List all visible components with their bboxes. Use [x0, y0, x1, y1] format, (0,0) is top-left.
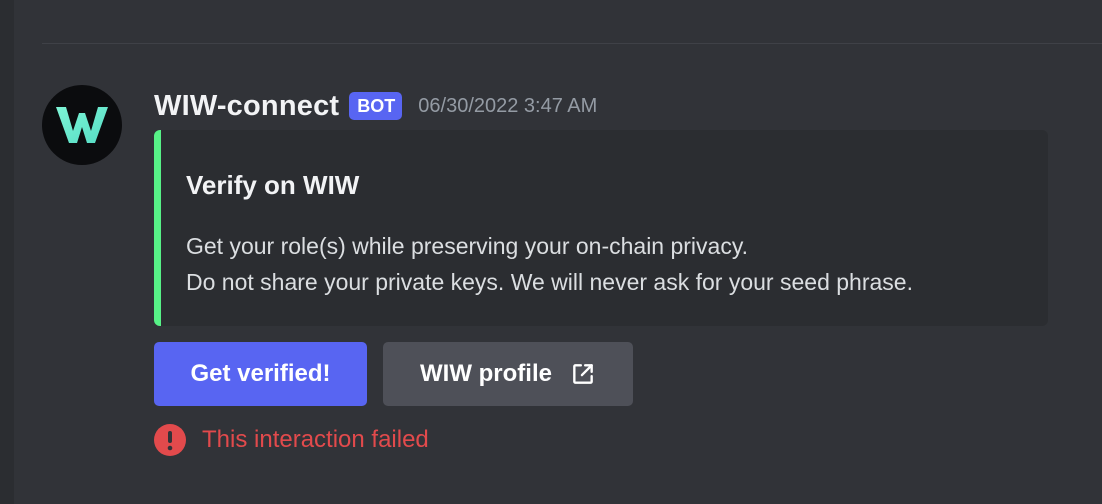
embed-description-line: Do not share your private keys. We will …: [186, 269, 913, 295]
avatar[interactable]: [42, 85, 122, 165]
wiw-profile-label: WIW profile: [420, 360, 552, 387]
username[interactable]: WIW-connect: [154, 90, 339, 123]
exclamation-circle-icon: [154, 424, 186, 456]
external-link-icon: [570, 361, 596, 387]
scrollbar-track[interactable]: [0, 0, 14, 504]
embed: Verify on WIW Get your role(s) while pre…: [154, 130, 1048, 326]
timestamp[interactable]: 06/30/2022 3:47 AM: [418, 95, 597, 118]
message-header: WIW-connect BOT 06/30/2022 3:47 AM: [154, 86, 597, 126]
get-verified-label: Get verified!: [190, 360, 331, 387]
interaction-error: This interaction failed: [154, 423, 429, 457]
get-verified-button[interactable]: Get verified!: [154, 342, 367, 406]
error-text: This interaction failed: [202, 426, 429, 453]
embed-title: Verify on WIW: [186, 170, 360, 200]
bot-badge: BOT: [349, 92, 403, 120]
message-divider: [42, 43, 1102, 44]
wiw-logo-icon: [56, 107, 108, 143]
embed-description-line: Get your role(s) while preserving your o…: [186, 233, 749, 259]
embed-description: Get your role(s) while preserving your o…: [186, 228, 913, 300]
wiw-profile-button[interactable]: WIW profile: [383, 342, 633, 406]
